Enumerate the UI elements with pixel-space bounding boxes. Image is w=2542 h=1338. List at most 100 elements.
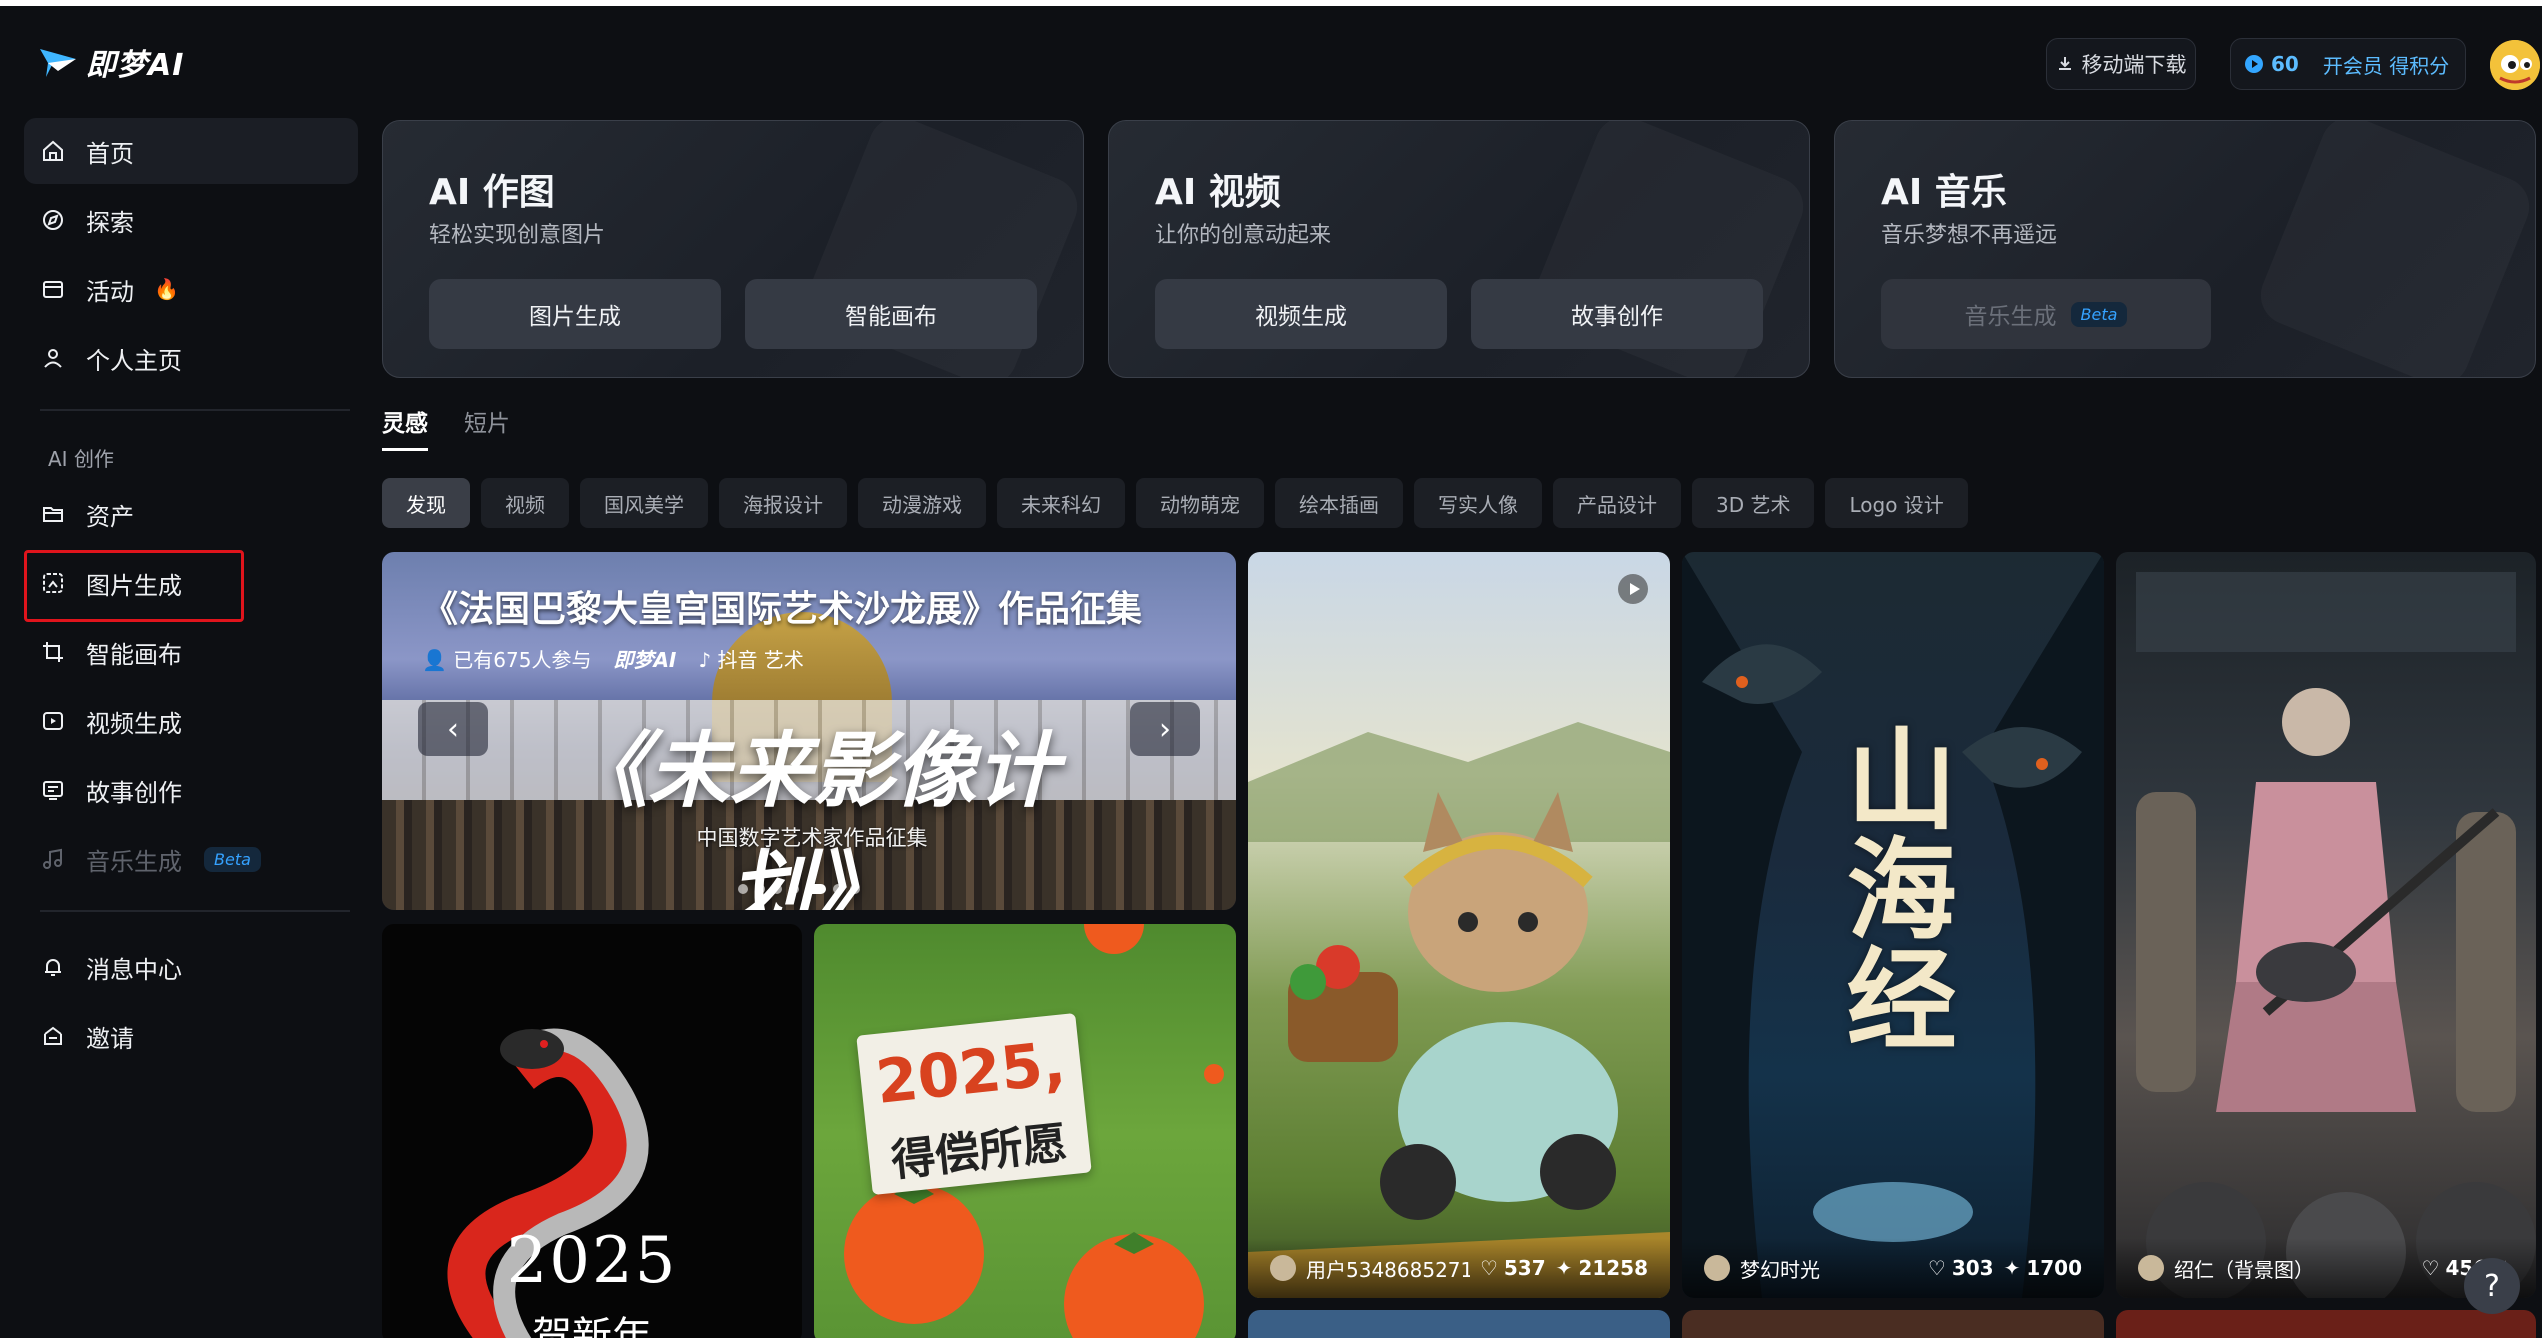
sidebar-item-label: 邀请 [86, 1024, 134, 1053]
card-title: AI 作图 [429, 172, 555, 213]
video-play-icon[interactable] [1618, 574, 1648, 604]
story-creation-button[interactable]: 故事创作 [1471, 279, 1763, 349]
chip-pets[interactable]: 动物萌宠 [1136, 478, 1264, 528]
card-decoration [2252, 121, 2535, 377]
card-author[interactable]: 用户53486852710 [1270, 1254, 1470, 1283]
carousel-next-button[interactable]: › [1130, 702, 1200, 756]
user-avatar[interactable] [2490, 40, 2540, 90]
chip-anime-games[interactable]: 动漫游戏 [858, 478, 986, 528]
shanhaijing-calligraphy: 山海经 [1827, 722, 1957, 1052]
card-subtitle: 音乐梦想不再遥远 [1881, 223, 2058, 248]
chip-sci-fi[interactable]: 未来科幻 [997, 478, 1125, 528]
membership-button[interactable]: 60 开会员 得积分 [2230, 38, 2466, 90]
carousel-dot[interactable] [755, 884, 765, 894]
sidebar-item-home[interactable]: 首页 [24, 118, 358, 184]
author-name: 绍仁（背景图） [2174, 1257, 2314, 1282]
carousel-dot-active[interactable] [806, 884, 826, 894]
membership-link[interactable]: 开会员 得积分 [2323, 50, 2449, 79]
sidebar-item-assets[interactable]: 资产 [24, 481, 358, 547]
cat-scooter-illustration [1248, 722, 1670, 1298]
sidebar-item-music[interactable]: 音乐生成 Beta [24, 826, 358, 892]
chip-illustration[interactable]: 绘本插画 [1275, 478, 1403, 528]
partner-logo-jimeng: 即梦AI [613, 648, 677, 672]
partner-logo-douyin: ♪ 抖音 艺术 [698, 648, 804, 672]
chip-poster-design[interactable]: 海报设计 [719, 478, 847, 528]
sidebar-item-video-generation[interactable]: 视频生成 [24, 688, 358, 754]
sidebar-section-title: AI 创作 [48, 446, 114, 471]
sidebar-item-invite[interactable]: 邀请 [24, 1003, 358, 1069]
feed-card-tomato[interactable]: 2025, 得偿所愿 [814, 924, 1236, 1338]
music-icon [40, 846, 66, 872]
music-generation-button[interactable]: 音乐生成 Beta [1881, 279, 2211, 349]
participants-count: 👤 已有675人参与 [422, 648, 592, 672]
beta-badge: Beta [204, 846, 261, 872]
sidebar-item-smart-canvas[interactable]: 智能画布 [24, 619, 358, 685]
author-avatar [1704, 1255, 1730, 1281]
calligraphy-text: 山海经 [1827, 722, 1957, 1052]
chip-portrait[interactable]: 写实人像 [1414, 478, 1542, 528]
event-banner[interactable]: 《法国巴黎大皇宫国际艺术沙龙展》作品征集 👤 已有675人参与 即梦AI ♪ 抖… [382, 552, 1236, 910]
help-button[interactable]: ? [2464, 1258, 2520, 1314]
mobile-download-button[interactable]: 移动端下载 [2046, 38, 2196, 90]
smart-canvas-button[interactable]: 智能画布 [745, 279, 1037, 349]
sidebar-item-label: 活动 [86, 277, 134, 306]
carousel-dot[interactable] [850, 884, 860, 894]
sidebar-item-events[interactable]: 活动 🔥 [24, 256, 358, 322]
card-author[interactable]: 绍仁（背景图） [2138, 1254, 2412, 1283]
carousel-indicators [738, 884, 860, 894]
feed-card-partial[interactable] [2116, 1310, 2536, 1338]
content-tabs: 灵感 短片 [382, 404, 510, 451]
top-edge-line [0, 0, 2542, 6]
chip-discover[interactable]: 发现 [382, 478, 470, 528]
carousel-dot[interactable] [789, 884, 799, 894]
use-count[interactable]: ✦ 21258 [1556, 1256, 1648, 1280]
sidebar-item-story[interactable]: 故事创作 [24, 757, 358, 823]
feed-card-cat[interactable]: 用户53486852710 ♡ 537 ✦ 21258 [1248, 552, 1670, 1298]
carousel-dot[interactable] [738, 884, 748, 894]
banner-caption: 中国数字艺术家作品征集 [696, 826, 928, 850]
logo[interactable]: 即梦AI [38, 40, 184, 84]
crop-icon [40, 639, 66, 665]
tab-shorts[interactable]: 短片 [464, 404, 510, 451]
image-generation-button[interactable]: 图片生成 [429, 279, 721, 349]
sidebar-item-label: 探索 [86, 208, 134, 237]
card-author[interactable]: 梦幻时光 [1704, 1254, 1918, 1283]
sidebar-item-image-generation[interactable]: 图片生成 [24, 550, 358, 616]
download-icon [2058, 57, 2071, 70]
chip-logo-design[interactable]: Logo 设计 [1825, 478, 1968, 528]
chevron-right-icon: › [1159, 711, 1171, 747]
like-count[interactable]: ♡ 303 [1928, 1256, 1994, 1280]
ai-video-card: AI 视频 让你的创意动起来 视频生成 故事创作 [1108, 120, 1810, 378]
sidebar-item-profile[interactable]: 个人主页 [24, 325, 358, 391]
carousel-prev-button[interactable]: ‹ [418, 702, 488, 756]
feed-card-partial[interactable] [1248, 1310, 1670, 1338]
music-generation-label: 音乐生成 [1964, 304, 2057, 330]
author-avatar [2138, 1255, 2164, 1281]
feed-card-terracotta-warrior[interactable]: 绍仁（背景图） ♡456 ✦ [2116, 552, 2536, 1298]
sidebar-item-label: 资产 [86, 502, 134, 531]
video-generation-button[interactable]: 视频生成 [1155, 279, 1447, 349]
sidebar: 首页 探索 活动 🔥 个人主页 AI 创作 资产 图片生成 智能画布 视频生成 … [24, 118, 358, 1072]
sidebar-item-label: 智能画布 [86, 640, 182, 669]
use-count[interactable]: ✦ 1700 [2004, 1256, 2082, 1280]
warrior-illustration [2136, 572, 2536, 1298]
chip-video[interactable]: 视频 [481, 478, 569, 528]
partner-douyin-text: 抖音 [717, 648, 758, 672]
like-count[interactable]: ♡ 537 [1480, 1256, 1546, 1280]
chip-3d-art[interactable]: 3D 艺术 [1692, 478, 1815, 528]
carousel-dot[interactable] [833, 884, 843, 894]
beta-badge: Beta [2070, 301, 2128, 327]
card-subtitle: 轻松实现创意图片 [429, 223, 606, 248]
author-name: 用户53486852710 [1306, 1257, 1470, 1282]
tab-inspiration[interactable]: 灵感 [382, 404, 428, 451]
compass-icon [40, 207, 66, 233]
feed-card-snake[interactable]: 2025 贺新年 [382, 924, 802, 1338]
chip-product-design[interactable]: 产品设计 [1553, 478, 1681, 528]
feed-card-partial[interactable] [1682, 1310, 2104, 1338]
chip-chinese-style[interactable]: 国风美学 [580, 478, 708, 528]
use-count-value: 1700 [2026, 1256, 2082, 1280]
feed-card-shanhaijing[interactable]: 山海经 梦幻时光 ♡ 303 ✦ 1700 [1682, 552, 2104, 1298]
sidebar-item-explore[interactable]: 探索 [24, 187, 358, 253]
carousel-dot[interactable] [772, 884, 782, 894]
sidebar-item-messages[interactable]: 消息中心 [24, 934, 358, 1000]
